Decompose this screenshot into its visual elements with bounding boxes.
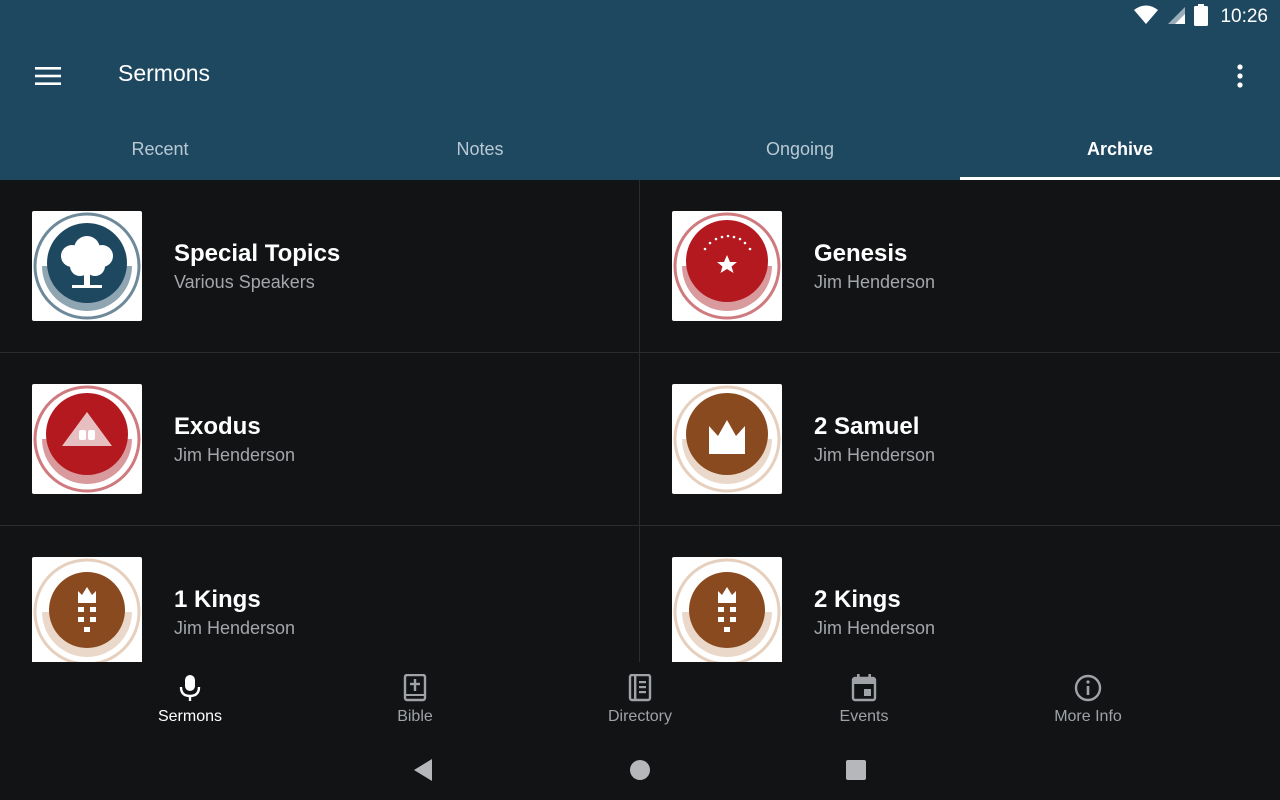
hamburger-menu-icon [35,67,61,85]
series-thumbnail [32,384,142,494]
star-icon [673,212,781,320]
series-speaker: Various Speakers [174,272,315,292]
nav-label: Events [839,708,889,725]
system-back-button[interactable] [407,754,439,786]
series-speaker: Jim Henderson [174,445,296,465]
tab-bar: Recent Notes Ongoing Archive [0,118,1280,180]
series-card-2-kings[interactable]: 2 Kings Jim Henderson [640,526,1280,662]
series-card-genesis[interactable]: Genesis Jim Henderson [640,180,1280,353]
series-title: Genesis [814,240,908,267]
directory-book-icon [628,674,652,702]
calendar-icon [851,674,877,702]
series-card-2-samuel[interactable]: 2 Samuel Jim Henderson [640,353,1280,526]
series-speaker: Jim Henderson [814,272,936,292]
nav-label: Bible [397,708,433,725]
series-title: Exodus [174,413,261,440]
series-title: Special Topics [174,240,341,267]
nav-label: Sermons [157,708,223,725]
tab-notes[interactable]: Notes [320,118,640,180]
tab-archive[interactable]: Archive [960,118,1280,180]
series-thumbnail [672,384,782,494]
tab-ongoing[interactable]: Ongoing [640,118,960,180]
signal-icon [1166,5,1186,30]
series-thumbnail [672,211,782,321]
nav-sermons[interactable]: Sermons [120,672,260,734]
nav-more-info[interactable]: More Info [1018,672,1158,734]
nav-events[interactable]: Events [794,672,934,734]
crown-lineage-icon [673,558,781,662]
series-thumbnail [32,211,142,321]
nav-directory[interactable]: Directory [570,672,710,734]
series-card-special-topics[interactable]: Special Topics Various Speakers [0,180,640,353]
wifi-icon [1134,5,1159,30]
crown-lineage-icon [33,558,141,662]
series-grid: Special Topics Various Speakers Genesis … [0,180,1280,662]
nav-label: More Info [1054,708,1122,725]
crown-icon [673,385,781,493]
app-screen: 10:26 Sermons Recent Notes Ongoing Archi… [0,0,1280,800]
series-title: 1 Kings [174,586,261,613]
series-card-exodus[interactable]: Exodus Jim Henderson [0,353,640,526]
tab-recent[interactable]: Recent [0,118,320,180]
app-bar: Sermons [0,34,1280,118]
battery-icon [1194,3,1209,31]
series-speaker: Jim Henderson [814,445,936,465]
page-title: Sermons [118,60,211,86]
menu-button[interactable] [24,52,72,100]
nav-bible[interactable]: Bible [345,672,485,734]
series-thumbnail [672,557,782,662]
system-navigation-bar [0,740,1280,800]
info-icon [1074,674,1102,702]
bottom-navigation: Sermons Bible Directory Events More Info [0,662,1280,740]
status-time: 10:26 [1220,6,1268,27]
series-thumbnail [32,557,142,662]
status-icons: 10:26 [1134,0,1268,34]
overflow-menu-button[interactable] [1216,52,1264,100]
status-bar: 10:26 [0,0,1280,34]
nav-label: Directory [607,708,672,725]
series-card-1-kings[interactable]: 1 Kings Jim Henderson [0,526,640,662]
series-speaker: Jim Henderson [814,618,936,638]
microphone-icon [179,675,201,701]
series-title: 2 Samuel [814,413,920,440]
system-recents-button[interactable] [840,754,872,786]
mountain-tablets-icon [33,385,141,493]
system-home-button[interactable] [624,754,656,786]
series-speaker: Jim Henderson [174,618,296,638]
more-vertical-icon [1237,64,1243,88]
back-icon [414,759,432,781]
recents-icon [846,760,866,780]
series-title: 2 Kings [814,586,901,613]
home-icon [630,760,650,780]
tree-icon [33,212,141,320]
bible-icon [403,674,427,702]
